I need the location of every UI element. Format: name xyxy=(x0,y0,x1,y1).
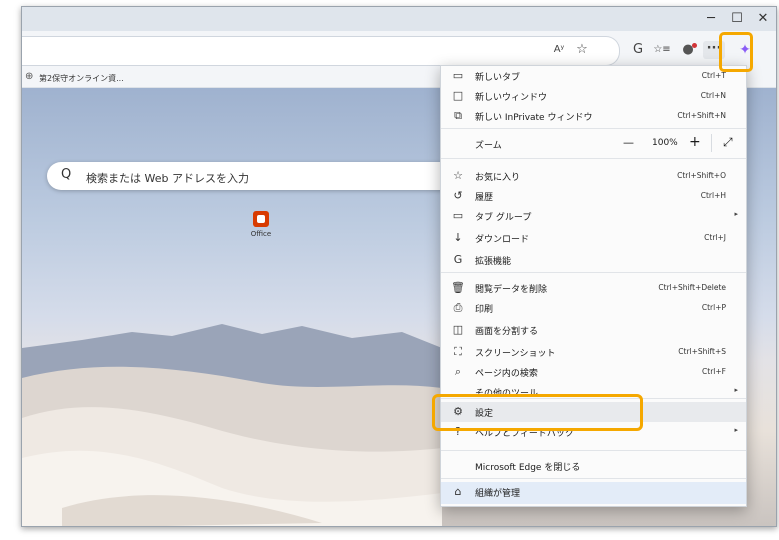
menu-item-tab-groups[interactable]: ▭ タブ グループ ▸ xyxy=(441,206,746,226)
menu-divider xyxy=(441,478,746,479)
zoom-in-button[interactable]: + xyxy=(689,134,701,150)
zoom-label: ズーム xyxy=(475,141,502,151)
download-icon: ↓ xyxy=(453,231,463,244)
menu-item-new-window[interactable]: □ 新しいウィンドウ Ctrl+N xyxy=(441,86,746,106)
menu-divider xyxy=(441,450,746,451)
find-icon: ⌕ xyxy=(454,365,462,378)
menu-item-history[interactable]: ↺ 履歴 Ctrl+H xyxy=(441,186,746,206)
chevron-right-icon: ▸ xyxy=(734,426,738,434)
fullscreen-icon[interactable]: ⤢ xyxy=(723,135,733,150)
menu-item-zoom: ズーム — 100% + ⤢ xyxy=(441,134,746,154)
favorites-icon: ☆ xyxy=(453,169,463,182)
zoom-level: 100% xyxy=(652,138,678,148)
menu-item-print[interactable]: ⎙ 印刷 Ctrl+P xyxy=(441,298,746,318)
favorite-star-icon[interactable]: ☆ xyxy=(572,40,592,60)
menu-item-split-screen[interactable]: ◫ 画面を分割する xyxy=(441,320,746,340)
office-icon xyxy=(253,211,269,227)
highlight-more-button xyxy=(719,32,753,72)
menu-item-new-inprivate[interactable]: ⧉ 新しい InPrivate ウィンドウ Ctrl+Shift+N xyxy=(441,106,746,126)
trash-icon: 🗑 xyxy=(451,281,465,294)
collections-icon[interactable]: ☆≡ xyxy=(652,40,672,60)
screenshot-icon: ⛶ xyxy=(454,345,462,358)
chevron-right-icon: ▸ xyxy=(734,386,738,394)
menu-item-downloads[interactable]: ↓ ダウンロード Ctrl+J xyxy=(441,228,746,248)
toolbar: Aʸ ☆ G ☆≡ ● ··· ✦ xyxy=(22,31,776,69)
search-box[interactable]: Q 検索または Web アドレスを入力 xyxy=(47,162,467,190)
menu-item-clear-browsing-data[interactable]: 🗑 閲覧データを削除 Ctrl+Shift+Delete xyxy=(441,278,746,298)
chevron-right-icon: ▸ xyxy=(734,210,738,218)
highlight-settings-item xyxy=(432,394,643,431)
read-aloud-icon[interactable]: Aʸ xyxy=(549,40,569,60)
more-options-menu: ▭ 新しいタブ Ctrl+T □ 新しいウィンドウ Ctrl+N ⧉ 新しい I… xyxy=(440,65,747,507)
briefcase-icon: ⌂ xyxy=(454,485,462,498)
search-icon: Q xyxy=(61,167,72,182)
menu-item-extensions[interactable]: G 拡張機能 xyxy=(441,250,746,270)
print-icon: ⎙ xyxy=(453,301,463,314)
menu-item-favorites[interactable]: ☆ お気に入り Ctrl+Shift+O xyxy=(441,166,746,186)
favorite-link[interactable]: 第2保守オンライン資... xyxy=(39,73,124,84)
split-screen-icon: ◫ xyxy=(452,323,464,336)
maximize-button[interactable]: ☐ xyxy=(724,9,750,29)
refresh-icon[interactable]: G xyxy=(628,40,648,60)
menu-divider xyxy=(441,158,746,159)
inprivate-icon: ⧉ xyxy=(454,109,462,122)
tab-group-icon: ▭ xyxy=(452,209,464,222)
search-placeholder: 検索または Web アドレスを入力 xyxy=(86,172,249,185)
close-button[interactable]: ✕ xyxy=(750,9,776,29)
globe-icon: ⊕ xyxy=(25,71,34,82)
office-quick-link[interactable]: Office xyxy=(241,205,281,238)
menu-item-close-edge[interactable]: Microsoft Edge を閉じる xyxy=(441,456,746,476)
minimize-button[interactable]: ─ xyxy=(698,9,724,29)
office-label: Office xyxy=(250,230,272,238)
notification-dot xyxy=(692,43,697,48)
browser-window: ─ ☐ ✕ Aʸ ☆ G ☆≡ ● ··· ✦ ⊕ 第2保守オンライン資... … xyxy=(21,6,777,527)
extensions-icon: G xyxy=(453,253,463,266)
address-bar[interactable]: Aʸ ☆ xyxy=(22,36,620,66)
window-icon: □ xyxy=(452,89,464,102)
menu-item-screenshot[interactable]: ⛶ スクリーンショット Ctrl+Shift+S xyxy=(441,342,746,362)
zoom-out-button[interactable]: — xyxy=(623,136,634,149)
menu-item-new-tab[interactable]: ▭ 新しいタブ Ctrl+T xyxy=(441,66,746,86)
menu-item-find-on-page[interactable]: ⌕ ページ内の検索 Ctrl+F xyxy=(441,362,746,382)
history-icon: ↺ xyxy=(453,189,463,202)
title-bar: ─ ☐ ✕ xyxy=(22,7,776,31)
menu-divider xyxy=(441,128,746,129)
tab-icon: ▭ xyxy=(452,69,464,82)
menu-item-managed-by-org[interactable]: ⌂ 組織が管理 xyxy=(441,482,746,504)
menu-divider xyxy=(441,272,746,273)
zoom-divider xyxy=(711,134,712,152)
